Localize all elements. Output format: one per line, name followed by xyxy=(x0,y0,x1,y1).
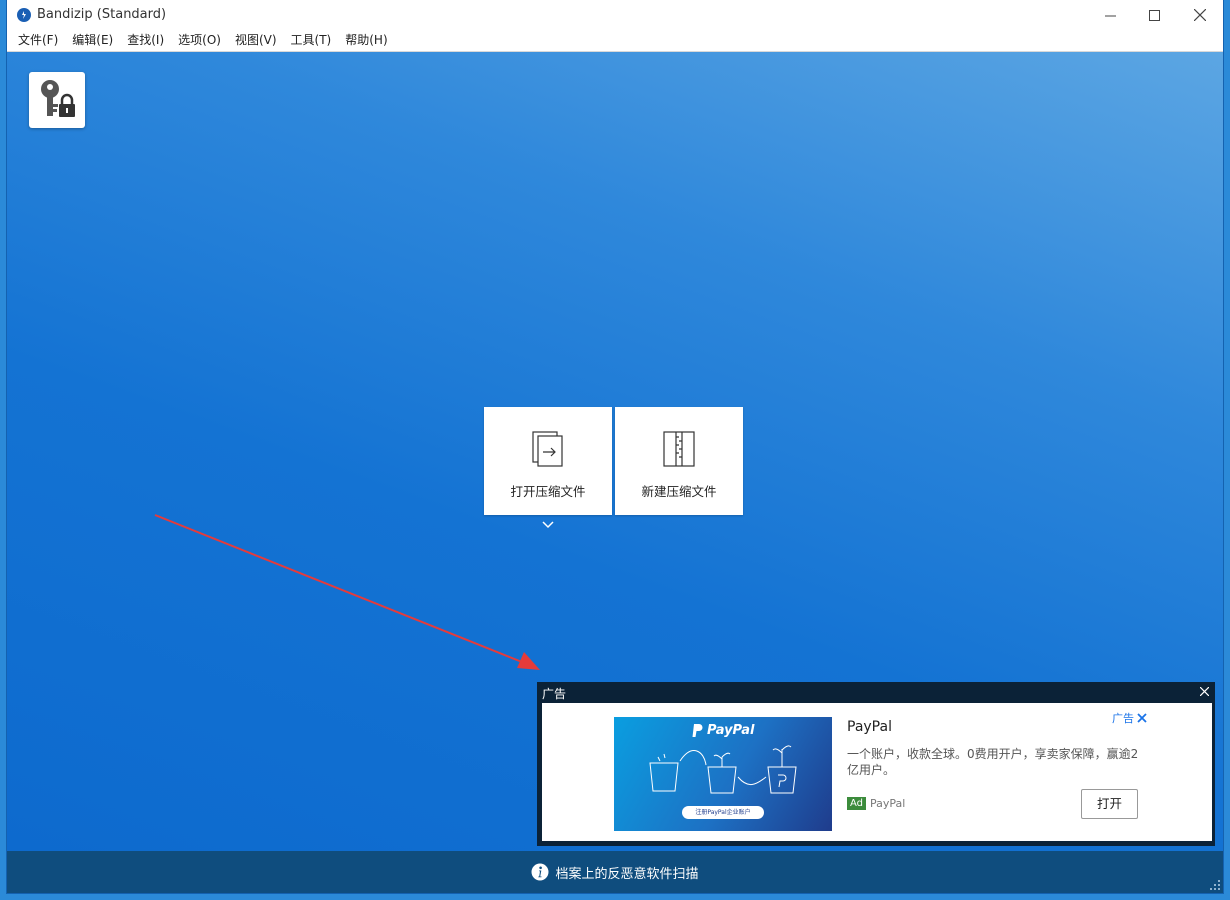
maximize-button[interactable] xyxy=(1131,0,1177,30)
open-archive-icon xyxy=(532,431,563,467)
info-icon xyxy=(531,863,549,881)
window-title: Bandizip (Standard) xyxy=(37,7,167,22)
ad-content[interactable]: PayPal 注册PayPal企业账户 PayPal 一个账户，收款全球。0费用… xyxy=(542,703,1212,841)
workspace: 打开压缩文件 新建压缩文件 广告 PayPal 注册PayPal企业账户 Pay… xyxy=(7,52,1223,851)
key-lock-icon xyxy=(41,80,75,117)
open-archive-label: 打开压缩文件 xyxy=(510,484,586,499)
password-manager-button[interactable] xyxy=(29,72,85,128)
minimize-button[interactable] xyxy=(1087,0,1133,30)
ad-header-label: 广告 xyxy=(542,687,567,701)
minimize-icon xyxy=(1104,15,1116,16)
plant-pots-illustration xyxy=(649,745,797,794)
close-icon xyxy=(1137,713,1147,723)
new-archive-label: 新建压缩文件 xyxy=(641,484,717,499)
status-text: 档案上的反恶意软件扫描 xyxy=(555,866,699,882)
ad-description: 一个账户，收款全球。0费用开户，享卖家保障，赢逾2亿用户。 xyxy=(847,747,1139,777)
new-archive-icon xyxy=(663,431,695,467)
new-archive-tile[interactable]: 新建压缩文件 xyxy=(615,407,743,515)
ad-badge: Ad xyxy=(847,797,867,810)
ad-image-brand: PayPal xyxy=(707,723,755,738)
ad-title[interactable]: PayPal xyxy=(847,719,892,735)
menu-bar: 文件(F) 编辑(E) 查找(I) 选项(O) 视图(V) 工具(T) 帮助(H… xyxy=(7,30,1223,52)
ad-image-cta: 注册PayPal企业账户 xyxy=(682,806,764,819)
close-icon xyxy=(1194,9,1206,21)
paypal-logo: PayPal xyxy=(692,723,754,738)
chevron-down-icon[interactable] xyxy=(542,521,554,529)
menu-edit[interactable]: 编辑(E) xyxy=(65,30,120,51)
close-button[interactable] xyxy=(1177,0,1223,30)
paypal-icon xyxy=(692,724,703,737)
menu-tools[interactable]: 工具(T) xyxy=(284,30,339,51)
status-bar[interactable]: 档案上的反恶意软件扫描 xyxy=(7,851,1223,893)
menu-view[interactable]: 视图(V) xyxy=(228,30,284,51)
bandizip-logo-icon xyxy=(17,8,31,22)
resize-grip-icon[interactable] xyxy=(1210,880,1220,890)
ad-brand: PayPal xyxy=(870,797,906,810)
menu-options[interactable]: 选项(O) xyxy=(171,30,228,51)
ad-choices-button[interactable]: 广告 xyxy=(1112,710,1147,726)
open-archive-tile[interactable]: 打开压缩文件 xyxy=(484,407,612,515)
ad-image[interactable]: PayPal 注册PayPal企业账户 xyxy=(614,717,832,831)
title-bar: Bandizip (Standard) xyxy=(7,0,1223,30)
close-icon xyxy=(1199,686,1209,696)
menu-find[interactable]: 查找(I) xyxy=(120,30,171,51)
ad-choices-label: 广告 xyxy=(1112,712,1134,725)
menu-help[interactable]: 帮助(H) xyxy=(338,30,394,51)
ad-panel: 广告 PayPal 注册PayPal企业账户 PayPal 一个账户，收款全球。… xyxy=(537,682,1215,846)
ad-open-button[interactable]: 打开 xyxy=(1081,789,1138,819)
maximize-icon xyxy=(1148,9,1160,21)
bandizip-window: Bandizip (Standard) 文件(F) 编辑(E) 查找(I) 选项… xyxy=(7,0,1223,893)
ad-close-button[interactable] xyxy=(1197,684,1211,698)
menu-file[interactable]: 文件(F) xyxy=(11,30,65,51)
